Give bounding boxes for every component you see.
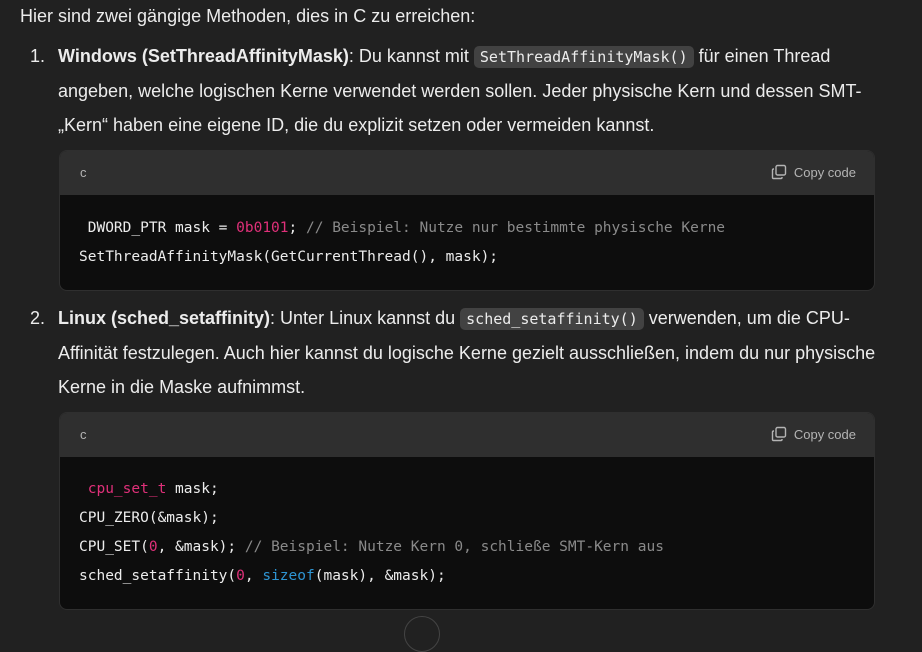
copy-code-button[interactable]: Copy code	[771, 164, 856, 180]
list-item-text: Windows (SetThreadAffinityMask): Du kann…	[58, 39, 880, 142]
code-language: c	[80, 427, 87, 442]
code-header: c Copy code	[60, 151, 874, 195]
code-header: c Copy code	[60, 413, 874, 457]
list-number: 1.	[30, 46, 46, 66]
item-title: Linux (sched_setaffinity)	[58, 308, 271, 328]
item-text: : Unter Linux kannst du	[270, 308, 461, 328]
code-content: DWORD_PTR mask = 0b0101; // Beispiel: Nu…	[60, 195, 874, 272]
code-content: cpu_set_t mask; CPU_ZERO(&mask); CPU_SET(0…	[60, 457, 874, 591]
list-number: 2.	[30, 308, 46, 328]
code-language: c	[80, 165, 87, 180]
list-item-windows: 1. Windows (SetThreadAffinityMask): Du k…	[30, 39, 880, 142]
code-line: sched_setaffinity(0, sizeof(mask), &mask…	[79, 568, 446, 584]
copy-icon	[771, 426, 787, 442]
inline-code: sched_setaffinity()	[460, 308, 644, 330]
intro-text: Hier sind zwei gängige Methoden, dies in…	[20, 6, 476, 26]
item-text: : Du kannst mit	[348, 46, 474, 66]
copy-icon	[771, 164, 787, 180]
code-line: CPU_SET(0, &mask); // Beispiel: Nutze Ke…	[79, 539, 664, 555]
code-line: cpu_set_t mask;	[87, 481, 219, 497]
copy-code-label: Copy code	[793, 426, 856, 442]
code-block-linux: c Copy code cpu_set_t mask; CPU_ZERO(&mas…	[59, 412, 875, 610]
code-line: SetThreadAffinityMask(GetCurrentThread()…	[79, 249, 499, 265]
scroll-down-button[interactable]	[404, 616, 440, 652]
copy-code-button[interactable]: Copy code	[771, 426, 856, 442]
code-line: DWORD_PTR mask = 0b0101; // Beispiel: Nu…	[87, 220, 726, 236]
copy-code-label: Copy code	[793, 164, 856, 180]
item-title: Windows (SetThreadAffinityMask)	[58, 46, 349, 66]
code-line: CPU_ZERO(&mask);	[79, 510, 219, 526]
list-item-linux: 2. Linux (sched_setaffinity): Unter Linu…	[30, 301, 880, 404]
inline-code: SetThreadAffinityMask()	[473, 46, 694, 68]
list-item-text: Linux (sched_setaffinity): Unter Linux k…	[58, 301, 880, 404]
code-block-windows: c Copy code DWORD_PTR mask = 0b0101; // …	[59, 150, 875, 291]
